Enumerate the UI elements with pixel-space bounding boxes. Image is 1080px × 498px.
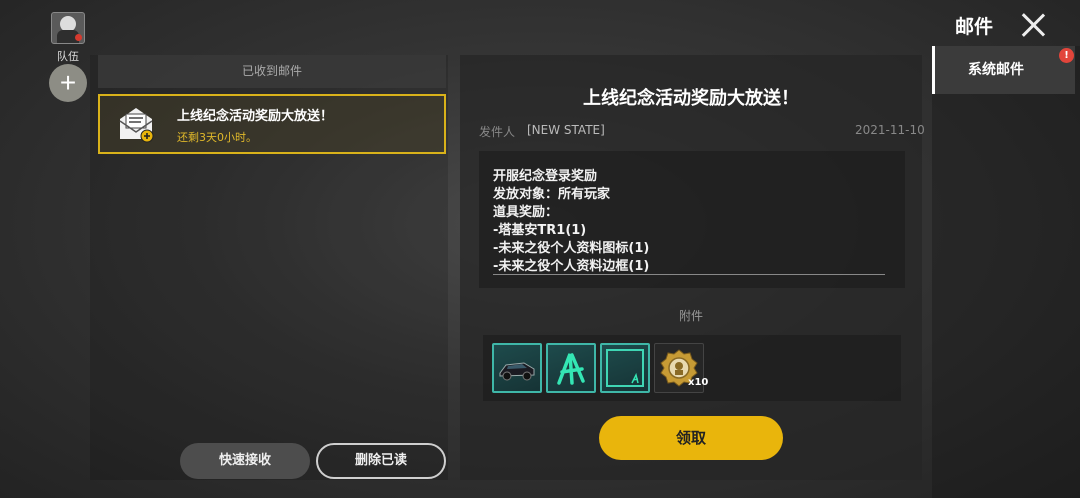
body-line: 道具奖励： (493, 205, 559, 220)
delete-read-button[interactable]: 删除已读 (316, 443, 446, 479)
profile-emblem-icon (557, 353, 585, 385)
body-line: 开服纪念登录奖励 (493, 169, 598, 184)
mail-open-icon (119, 108, 154, 143)
tab-system-mail[interactable]: 系统邮件 (932, 46, 1075, 94)
inbox-header: 已收到邮件 (98, 55, 446, 88)
claim-button[interactable]: 领取 (599, 416, 783, 460)
attachment-slot[interactable] (546, 343, 596, 393)
mail-item-expiry: 还剩3天0小时。 (177, 131, 257, 144)
sender-name: [NEW STATE] (527, 123, 605, 137)
page-title: 邮件 (955, 16, 994, 38)
add-team-button[interactable]: + (49, 64, 87, 102)
body-line: -塔基安TR1(1) (493, 223, 587, 238)
attachment-slot[interactable] (492, 343, 542, 393)
car-icon (499, 362, 535, 381)
attachment-quantity: x10 (688, 377, 709, 388)
quick-receive-button[interactable]: 快速接收 (180, 443, 310, 479)
profile-frame-icon (606, 349, 644, 387)
attachment-slot[interactable] (600, 343, 650, 393)
mail-body-text: 开服纪念登录奖励 发放对象：所有玩家 道具奖励： -塔基安TR1(1) -未来之… (493, 168, 649, 276)
mail-date: 2021-11-10 (855, 123, 925, 137)
mail-item-title: 上线纪念活动奖励大放送！ (177, 109, 334, 124)
scroll-indicator (493, 274, 885, 275)
team-label: 队伍 (57, 50, 79, 63)
notification-badge: ! (1059, 48, 1074, 63)
body-line: 发放对象：所有玩家 (493, 187, 611, 202)
mail-detail-title: 上线纪念活动奖励大放送！ (583, 88, 799, 109)
close-icon[interactable] (1018, 10, 1048, 40)
sender-label: 发件人 (479, 125, 516, 139)
team-avatar[interactable] (51, 12, 85, 44)
body-line: -未来之役个人资料图标(1) (493, 241, 650, 256)
attachments-label: 附件 (678, 309, 703, 323)
avatar-status-dot (75, 34, 82, 41)
tab-column (932, 46, 1080, 498)
